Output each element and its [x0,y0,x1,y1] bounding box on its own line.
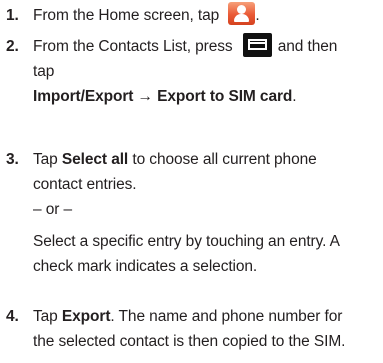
step-line: check mark indicates a selection. [33,254,383,279]
step-line: contact entries. [33,172,383,197]
step-line: – or – [33,197,383,222]
step-text: . The name and phone number for [110,308,343,325]
step-text: Select a specific entry by touching an e… [33,233,340,250]
option-label: Select all [61,151,129,168]
step-number: 1. [6,7,19,24]
step-number: 3. [6,151,19,168]
step-line: Select a specific entry by touching an e… [33,229,383,254]
option-label: Export [61,308,111,325]
step-line: tap [33,59,383,84]
step-text-end: . [255,7,260,24]
menu-path: Import/Export → Export to SIM card [33,88,293,105]
step-text-after: and then [277,38,338,55]
step-number: 4. [6,308,19,325]
step-line: From the Contacts List, press and then [33,32,383,59]
or-separator: – or – [33,201,73,218]
step-text: to choose all current phone [132,151,317,168]
step-line: Tap Select all to choose all current pho… [33,147,383,172]
contacts-icon [228,2,256,26]
menu-icon [242,32,272,57]
step-2: 2. From the Contacts List, press and the… [0,32,383,109]
step-text: From the Home screen, tap [33,7,220,24]
step-text-end: . [292,88,297,105]
step-text: check mark indicates a selection. [33,258,258,275]
step-line: From the Home screen, tap . [33,2,383,28]
step-text: tap [33,63,55,80]
step-line: the selected contact is then copied to t… [33,329,383,354]
step-number: 2. [6,38,19,55]
step-text: the selected contact is then copied to t… [33,333,346,350]
step-text: Tap [33,151,58,168]
step-1: 1. From the Home screen, tap . [0,2,383,28]
step-text: From the Contacts List, press [33,38,233,55]
step-text: contact entries. [33,176,137,193]
step-text: Tap [33,308,58,325]
step-4: 4. Tap Export. The name and phone number… [0,304,383,354]
step-3: 3. Tap Select all to choose all current … [0,147,383,279]
step-line: Tap Export. The name and phone number fo… [33,304,383,329]
step-line: Import/Export → Export to SIM card. [33,84,383,109]
